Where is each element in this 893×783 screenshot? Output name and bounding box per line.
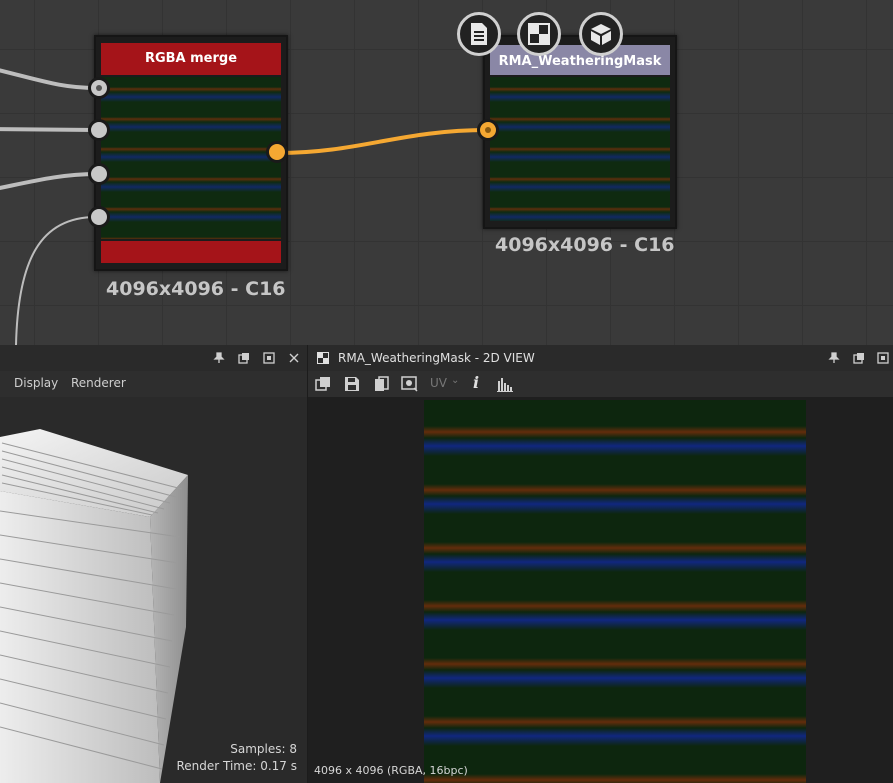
3d-view-panel: Display Renderer Samples: 8 Render Time:… bbox=[0, 345, 308, 783]
maximize-icon[interactable] bbox=[877, 352, 889, 364]
rgba-merge-footer bbox=[101, 241, 281, 263]
clipboard-icon[interactable] bbox=[372, 375, 390, 393]
rgba-input-pin-4[interactable] bbox=[88, 206, 110, 228]
document-icon[interactable] bbox=[457, 12, 501, 56]
menu-display[interactable]: Display bbox=[14, 376, 58, 390]
weathering-mask-thumbnail bbox=[490, 77, 670, 221]
pin-icon[interactable] bbox=[213, 352, 225, 364]
weathering-mask-resolution: 4096x4096 - C16 bbox=[495, 234, 675, 256]
mask-input-pin[interactable] bbox=[477, 119, 499, 141]
menu-renderer[interactable]: Renderer bbox=[71, 376, 126, 390]
3d-cube-preview bbox=[0, 429, 188, 783]
rgba-output-pin[interactable] bbox=[266, 141, 288, 163]
float-icon[interactable] bbox=[238, 352, 250, 364]
2d-view-toolbar: UV ⌄ i bbox=[308, 371, 893, 397]
checker-small-icon bbox=[317, 352, 329, 364]
rgba-input-pin-3[interactable] bbox=[88, 163, 110, 185]
rgba-merge-node[interactable]: RGBA merge bbox=[94, 35, 288, 271]
texture-format-status: 4096 x 4096 (RGBA, 16bpc) bbox=[314, 764, 468, 777]
info-icon[interactable]: i bbox=[473, 373, 479, 392]
samples-readout: Samples: 8 bbox=[230, 742, 297, 756]
cube-icon[interactable] bbox=[579, 12, 623, 56]
pin-icon[interactable] bbox=[828, 352, 840, 364]
node-graph[interactable]: RGBA merge 4096x4096 - C16 RMA_Weatherin… bbox=[0, 0, 893, 345]
rgba-input-pin-2[interactable] bbox=[88, 119, 110, 141]
rgba-input-pin-1[interactable] bbox=[88, 77, 110, 99]
rgba-merge-resolution: 4096x4096 - C16 bbox=[106, 278, 286, 300]
3d-view-toolbar: Display Renderer bbox=[0, 371, 307, 397]
rgba-merge-thumbnail bbox=[101, 77, 281, 239]
rgba-merge-title: RGBA merge bbox=[101, 43, 281, 75]
2d-view-panel: RMA_WeatheringMask - 2D VIEW UV ⌄ i 4096… bbox=[308, 345, 893, 783]
2d-texture-preview bbox=[424, 400, 806, 783]
save-icon[interactable] bbox=[343, 375, 361, 393]
close-icon[interactable] bbox=[288, 352, 300, 364]
chevron-down-icon[interactable]: ⌄ bbox=[451, 375, 459, 386]
display-settings-icon[interactable] bbox=[401, 375, 419, 393]
render-time-readout: Render Time: 0.17 s bbox=[176, 759, 297, 773]
2d-viewport[interactable]: 4096 x 4096 (RGBA, 16bpc) bbox=[308, 397, 893, 783]
maximize-icon[interactable] bbox=[263, 352, 275, 364]
weathering-mask-title: RMA_WeatheringMask bbox=[490, 45, 670, 75]
uv-dropdown[interactable]: UV bbox=[430, 376, 447, 390]
float-icon[interactable] bbox=[853, 352, 865, 364]
copy-view-icon[interactable] bbox=[314, 375, 332, 393]
3d-viewport[interactable]: Samples: 8 Render Time: 0.17 s bbox=[0, 397, 307, 783]
histogram-icon[interactable] bbox=[496, 375, 514, 393]
3d-view-titlebar bbox=[0, 345, 307, 372]
2d-view-titlebar: RMA_WeatheringMask - 2D VIEW bbox=[308, 345, 893, 372]
weathering-mask-node[interactable]: RMA_WeatheringMask bbox=[483, 35, 677, 229]
checker-icon[interactable] bbox=[517, 12, 561, 56]
2d-view-title: RMA_WeatheringMask - 2D VIEW bbox=[338, 351, 535, 365]
